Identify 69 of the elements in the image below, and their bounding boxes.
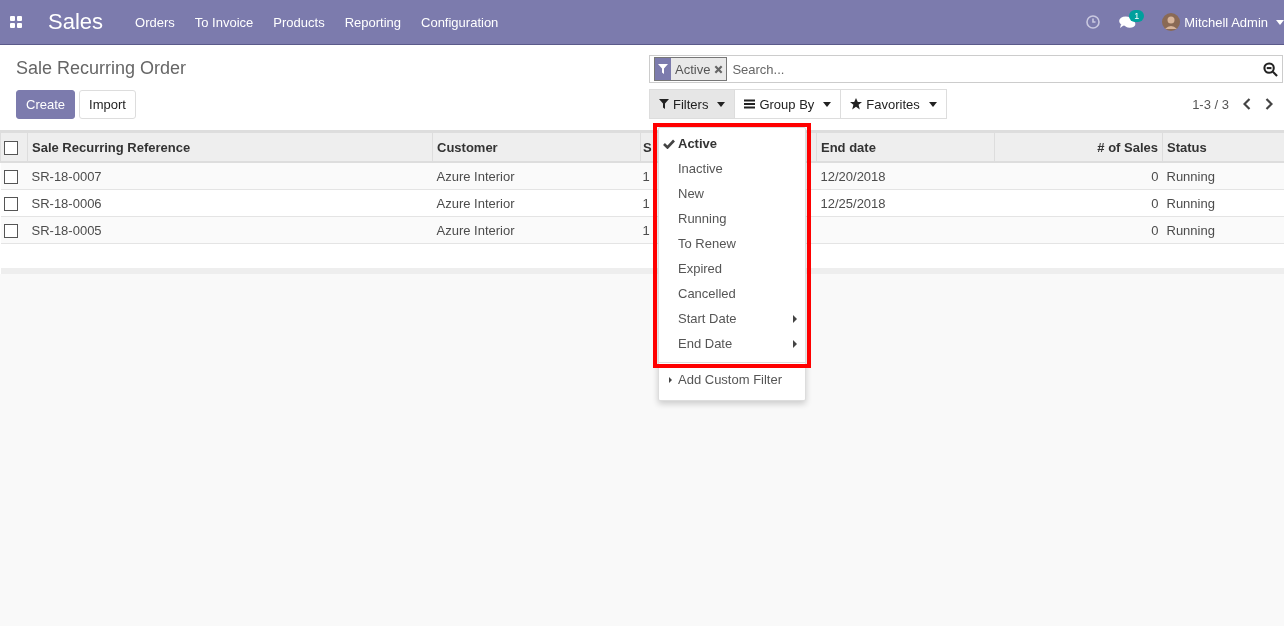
funnel-icon	[658, 64, 668, 74]
menu-item[interactable]: To Invoice	[194, 14, 254, 30]
row-checkbox[interactable]	[3, 196, 18, 211]
expand-caret-icon	[669, 377, 672, 383]
app-title: Sales	[48, 9, 104, 35]
table-cell: SR-18-0006	[31, 195, 102, 211]
table-cell: SR-18-0005	[31, 222, 102, 238]
table-cell: Running	[1166, 168, 1215, 184]
remove-icon[interactable]	[714, 64, 724, 74]
column-header[interactable]: Status	[1162, 132, 1284, 162]
filter-option[interactable]: Running	[659, 206, 805, 231]
apps-grid-icon[interactable]	[10, 16, 22, 28]
search-option-button[interactable]: Favorites	[840, 89, 947, 119]
previous-icon[interactable]	[1243, 98, 1251, 110]
search-option-button[interactable]: Filters	[649, 89, 736, 119]
column-header[interactable]: End date	[816, 132, 995, 162]
menu-item[interactable]: Products	[273, 14, 325, 30]
avatar-icon[interactable]	[1162, 13, 1181, 31]
search-field[interactable]: Active Search...	[649, 55, 1283, 83]
column-header[interactable]: Sale Recurring Reference	[27, 132, 433, 162]
table-cell: Running	[1166, 222, 1215, 238]
table-cell: 1	[642, 168, 650, 184]
checkmark-icon	[663, 139, 675, 149]
funnel-icon	[659, 99, 669, 109]
row-checkbox[interactable]	[3, 169, 18, 184]
menu-item[interactable]: Orders	[135, 14, 175, 30]
table-cell: Azure Interior	[436, 168, 515, 184]
add-custom-filter[interactable]: Add Custom Filter	[659, 367, 805, 392]
table-cell: 0	[1151, 222, 1159, 238]
filter-option[interactable]: Cancelled	[659, 281, 805, 306]
import-button[interactable]: Import	[79, 90, 136, 119]
search-option-button[interactable]: Group By	[734, 89, 842, 119]
message-count-badge: 1	[1129, 9, 1145, 22]
star-icon	[850, 98, 863, 110]
select-all-checkbox[interactable]	[4, 140, 18, 155]
table-cell: 12/25/2018	[820, 195, 886, 211]
caret-icon	[928, 101, 937, 107]
table-cell: 0	[1151, 195, 1159, 211]
column-header[interactable]: Customer	[432, 132, 641, 162]
caret-icon[interactable]	[1276, 19, 1284, 25]
list-icon	[744, 99, 756, 109]
row-checkbox[interactable]	[3, 223, 18, 238]
filter-option[interactable]: End Date	[659, 331, 805, 356]
table-cell: 1	[642, 195, 650, 211]
table-cell: SR-18-0007	[31, 168, 102, 184]
filter-option[interactable]: Expired	[659, 256, 805, 281]
filter-option[interactable]: Start Date	[659, 306, 805, 331]
page-title: Sale Recurring Order	[16, 58, 187, 79]
pager-value: 1-3 / 3	[1192, 96, 1229, 112]
column-header[interactable]: # of Sales	[994, 132, 1163, 162]
next-icon[interactable]	[1265, 98, 1273, 110]
user-menu[interactable]: Mitchell Admin	[1184, 14, 1268, 30]
facet-label: Active	[674, 61, 712, 77]
table-cell: Running	[1166, 195, 1215, 211]
menu-item[interactable]: Reporting	[344, 14, 401, 30]
create-button[interactable]: Create	[16, 90, 76, 119]
search-icon[interactable]	[1263, 61, 1278, 77]
table-cell: 1	[642, 222, 650, 238]
caret-icon	[823, 101, 832, 107]
filter-option[interactable]: New	[659, 181, 805, 206]
table-cell: Azure Interior	[436, 222, 515, 238]
filter-option[interactable]: Active	[659, 131, 805, 156]
filter-option[interactable]: To Renew	[659, 231, 805, 256]
filter-option[interactable]: Inactive	[659, 156, 805, 181]
menu-item[interactable]: Configuration	[421, 14, 499, 30]
caret-icon	[717, 101, 726, 107]
table-cell: 0	[1151, 168, 1159, 184]
table-cell: 12/20/2018	[820, 168, 886, 184]
table-cell: Azure Interior	[436, 195, 515, 211]
